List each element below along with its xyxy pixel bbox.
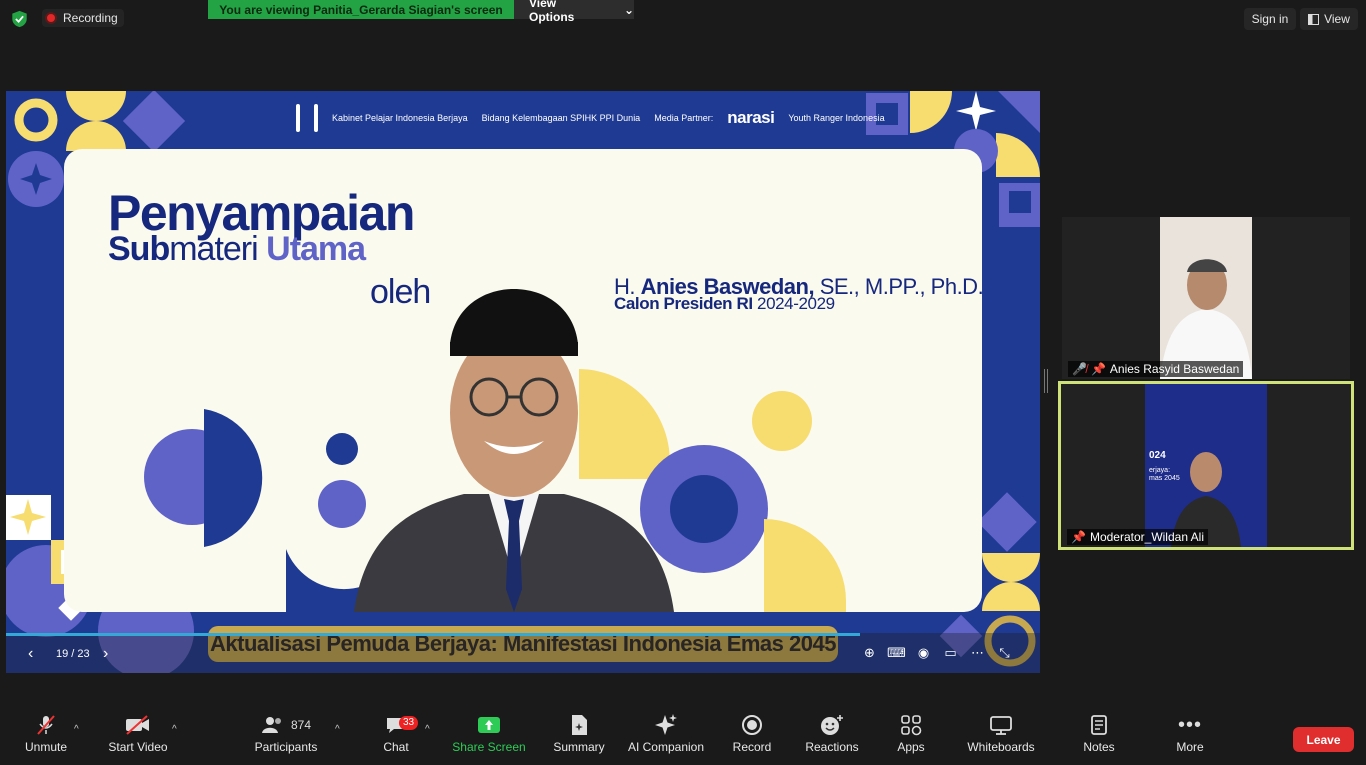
- broadcast-icon[interactable]: ◉: [915, 644, 932, 661]
- meeting-toolbar: Unmute ^ Start Video ^ 874 Participants …: [0, 710, 1366, 765]
- participant-name-tag: 🎤̸ 📌 Anies Rasyid Baswedan: [1068, 361, 1244, 377]
- recording-label: Recording: [63, 11, 118, 25]
- participant-name-tag: 📌 Moderator_Wildan Ali: [1067, 529, 1209, 545]
- crest-logo-icon: [314, 104, 318, 132]
- slide-subtitle: Submateri Utama: [108, 230, 366, 268]
- muted-mic-icon: [37, 715, 55, 735]
- sponsor-logos: Kabinet Pelajar Indonesia Berjaya Bidang…: [296, 99, 885, 137]
- youth-ranger-logo-label: Youth Ranger Indonesia: [788, 113, 885, 123]
- reactions-icon: [821, 715, 843, 735]
- more-button[interactable]: ••• More: [1172, 710, 1208, 765]
- organization-logo-icon: [296, 104, 300, 132]
- view-options-button[interactable]: View Options ⌄: [514, 0, 634, 24]
- svg-text:erjaya:: erjaya:: [1149, 467, 1170, 474]
- view-layout-icon: [1308, 13, 1320, 25]
- recording-dot-icon: [45, 12, 57, 24]
- start-video-button[interactable]: Start Video: [107, 710, 169, 765]
- bidang-logo-label: Bidang Kelembagaan SPIHK PPI Dunia: [481, 113, 641, 123]
- muted-mic-icon: 🎤̸: [1072, 362, 1087, 376]
- participant-video-icon: [1160, 217, 1252, 379]
- whiteboard-icon: [990, 716, 1012, 735]
- media-partner-label: Media Partner:: [654, 113, 714, 123]
- leave-button[interactable]: Leave: [1293, 727, 1354, 752]
- viewing-screen-banner: You are viewing Panitia_Gerarda Siagian'…: [208, 0, 514, 19]
- participants-button[interactable]: 874 Participants: [254, 710, 318, 765]
- keyboard-icon[interactable]: ⌨: [887, 644, 906, 661]
- zoom-in-icon[interactable]: ⊕: [861, 644, 878, 661]
- apps-icon: [901, 715, 922, 736]
- sign-in-button[interactable]: Sign in: [1244, 8, 1296, 30]
- exit-fullscreen-icon[interactable]: ⤡: [996, 644, 1013, 661]
- whiteboards-button[interactable]: Whiteboards: [964, 710, 1038, 765]
- chevron-down-icon: ⌄: [623, 2, 634, 17]
- reactions-button[interactable]: Reactions: [804, 710, 860, 765]
- slide-progress-bar: [6, 633, 861, 636]
- slide-oleh: oleh: [370, 273, 431, 311]
- pin-icon: 📌: [1071, 530, 1086, 544]
- kabinet-logo-label: Kabinet Pelajar Indonesia Berjaya: [332, 113, 468, 123]
- participants-count: 874: [290, 718, 312, 732]
- encryption-shield-icon[interactable]: [11, 10, 28, 28]
- view-button[interactable]: View: [1300, 8, 1358, 30]
- speaker-role: Calon Presiden RI 2024-2029: [614, 294, 835, 313]
- notes-button[interactable]: Notes: [1080, 710, 1118, 765]
- view-options-label: View Options: [529, 0, 575, 24]
- video-off-icon: [126, 715, 149, 735]
- panel-resize-handle[interactable]: [1044, 369, 1048, 393]
- participant-video-icon: 024 erjaya: mas 2045: [1145, 384, 1267, 547]
- summary-button[interactable]: Summary: [550, 710, 608, 765]
- ai-companion-icon: [655, 714, 677, 735]
- record-button[interactable]: Record: [730, 710, 774, 765]
- ai-companion-button[interactable]: AI Companion: [626, 710, 706, 765]
- share-screen-button[interactable]: Share Screen: [452, 710, 526, 765]
- view-label: View: [1324, 12, 1350, 26]
- video-tile-moderator[interactable]: 024 erjaya: mas 2045 📌 Moderator_Wildan …: [1058, 381, 1354, 550]
- previous-slide-icon[interactable]: ‹: [28, 645, 33, 663]
- unmute-button[interactable]: Unmute: [22, 710, 70, 765]
- svg-text:024: 024: [1149, 450, 1166, 461]
- summary-icon: [572, 715, 587, 735]
- top-bar: Recording You are viewing Panitia_Gerard…: [0, 0, 1366, 36]
- audio-options-chevron-icon[interactable]: ^: [74, 724, 79, 735]
- next-slide-icon[interactable]: ›: [103, 645, 108, 663]
- apps-button[interactable]: Apps: [894, 710, 928, 765]
- notes-icon: [1091, 715, 1107, 735]
- more-icon[interactable]: ⋯: [969, 644, 986, 661]
- participants-options-chevron-icon[interactable]: ^: [335, 724, 340, 735]
- participants-icon: [261, 717, 281, 733]
- recording-indicator[interactable]: Recording: [42, 9, 124, 27]
- slide-tool-icons: ⊕ ⌨ ◉ ▭ ⋯ ⤡: [861, 644, 1013, 661]
- slide-page-indicator: 19 / 23: [56, 648, 90, 660]
- screen-icon[interactable]: ▭: [942, 644, 959, 661]
- record-icon: [742, 715, 762, 735]
- shared-screen-slide: Kabinet Pelajar Indonesia Berjaya Bidang…: [6, 91, 1040, 673]
- slide-control-bar: ‹ 19 / 23 › ⊕ ⌨ ◉ ▭ ⋯ ⤡: [6, 633, 1040, 673]
- video-tile-anies[interactable]: 🎤̸ 📌 Anies Rasyid Baswedan: [1062, 217, 1350, 379]
- share-screen-icon: [478, 717, 500, 733]
- video-options-chevron-icon[interactable]: ^: [172, 724, 177, 735]
- chat-unread-badge: 33: [399, 716, 419, 730]
- pin-icon: 📌: [1090, 362, 1106, 376]
- more-dots-icon: •••: [1177, 713, 1202, 736]
- narasi-logo-label: narasi: [727, 108, 775, 127]
- svg-text:mas 2045: mas 2045: [1149, 475, 1180, 482]
- chat-options-chevron-icon[interactable]: ^: [425, 724, 430, 735]
